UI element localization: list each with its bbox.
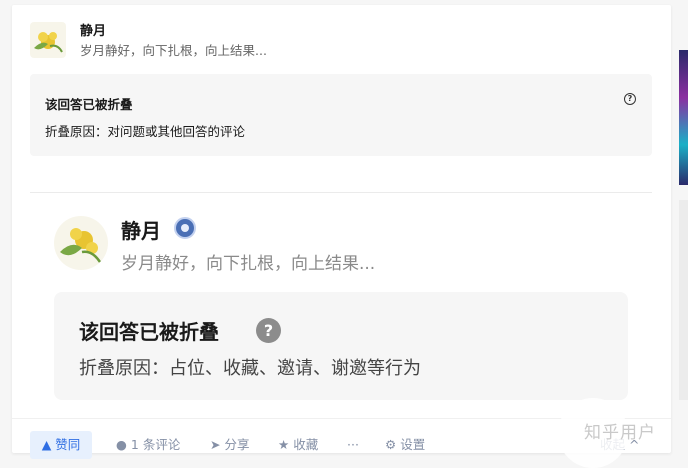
author-bio: 岁月静好，向下扎根，向上结果... xyxy=(80,43,267,58)
favorite-button[interactable]: ★ 收藏 xyxy=(278,431,318,459)
watermark: 知乎用户 xyxy=(584,423,656,443)
share-label: 分享 xyxy=(224,437,250,452)
help-icon[interactable]: ? xyxy=(256,318,281,343)
fold-title: 该回答已被折叠 xyxy=(45,97,133,112)
side-panel xyxy=(679,200,688,400)
vote-button[interactable]: ▲ 赞同 xyxy=(30,431,92,459)
share-icon: ➤ xyxy=(210,437,221,452)
favorite-label: 收藏 xyxy=(293,437,319,452)
divider xyxy=(30,192,652,193)
folded-notice: 该回答已被折叠 折叠原因：对问题或其他回答的评论 ? xyxy=(30,74,652,156)
avatar[interactable] xyxy=(54,216,108,270)
settings-button[interactable]: ⚙ 设置 xyxy=(385,431,425,459)
folded-notice: 该回答已被折叠 ? 折叠原因：占位、收藏、邀请、谢邀等行为 xyxy=(54,292,628,400)
comment-label: 1 条评论 xyxy=(130,437,181,452)
author-name[interactable]: 静月 xyxy=(121,215,161,244)
fold-reason: 折叠原因：占位、收藏、邀请、谢邀等行为 xyxy=(79,358,421,379)
author-name[interactable]: 静月 xyxy=(80,20,106,39)
comment-button[interactable]: ● 1 条评论 xyxy=(116,431,180,459)
badge-icon xyxy=(174,217,196,239)
gear-icon: ⚙ xyxy=(385,437,397,452)
fold-title: 该回答已被折叠 xyxy=(79,320,219,344)
avatar[interactable] xyxy=(30,22,66,58)
author-bio: 岁月静好，向下扎根，向上结果... xyxy=(121,254,376,274)
settings-label: 设置 xyxy=(400,437,426,452)
help-icon[interactable]: ? xyxy=(624,93,636,105)
star-icon: ★ xyxy=(278,437,290,452)
more-button[interactable]: ··· xyxy=(347,431,359,459)
fold-reason: 折叠原因：对问题或其他回答的评论 xyxy=(45,124,246,139)
share-button[interactable]: ➤ 分享 xyxy=(210,431,250,459)
side-decoration xyxy=(679,50,688,185)
comment-icon: ● xyxy=(116,437,127,452)
